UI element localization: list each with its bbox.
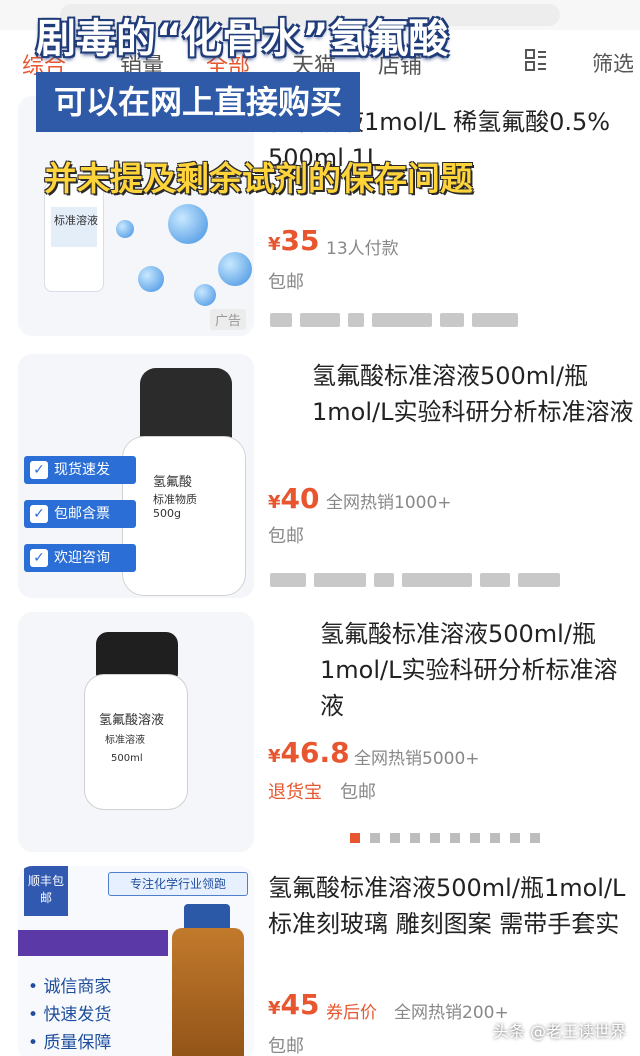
bottle-sub: 标准物质	[153, 493, 197, 506]
bottle-sub: 标准溶液	[105, 735, 145, 746]
shipping-ribbon: 顺丰包邮	[24, 866, 68, 916]
feature-label: 质量保障	[43, 1033, 112, 1053]
blurred-store-info	[350, 828, 550, 847]
product-thumbnail[interactable]: 标准溶液 广告	[18, 96, 254, 336]
store-slogan: 专注化学行业领跑	[108, 872, 248, 896]
product-price: ¥46.8	[268, 736, 350, 769]
product-card[interactable]: 氢氟酸溶液 标准溶液 500ml 氢氟酸标准溶液500ml/瓶 1mol/L实验…	[0, 606, 640, 858]
currency-symbol: ¥	[268, 492, 281, 513]
feature-item: • 诚信商家	[28, 977, 112, 997]
shipping-tag: 包邮	[268, 1036, 304, 1056]
sales-count: 全网热销1000+	[326, 493, 452, 513]
sales-count: 全网热销5000+	[354, 749, 480, 769]
subheadline-banner: 可以在网上直接购买	[36, 72, 361, 132]
check-icon: ✓	[30, 505, 48, 523]
badge-in-stock: ✓ 现货速发	[24, 456, 136, 484]
return-guarantee-tag: 退货宝	[268, 782, 322, 803]
price-value: 45	[280, 988, 320, 1021]
product-card[interactable]: 氢氟酸 标准物质 500g ✓ 现货速发 ✓ 包邮含票 ✓ 欢迎咨询 氢氟酸标准溶液5…	[0, 348, 640, 606]
product-price: ¥35	[268, 224, 320, 257]
molecule-icon	[138, 266, 164, 292]
check-icon: ✓	[30, 461, 48, 479]
bottle-image: 氢氟酸 标准物质 500g	[122, 436, 246, 596]
currency-symbol: ¥	[268, 998, 281, 1019]
price-value: 35	[280, 224, 320, 257]
product-thumbnail[interactable]: 氢氟酸溶液 标准溶液 500ml	[18, 612, 254, 852]
thumb-label: 标准溶液	[54, 214, 98, 227]
molecule-icon	[116, 220, 134, 238]
product-price: ¥45	[268, 988, 320, 1021]
badge-free-shipping: ✓ 包邮含票	[24, 500, 136, 528]
molecule-icon	[168, 204, 208, 244]
molecule-icon	[194, 284, 216, 306]
badge-consult: ✓ 欢迎咨询	[24, 544, 136, 572]
molecule-icon	[218, 252, 252, 286]
badge-label: 欢迎咨询	[54, 550, 110, 566]
source-watermark: 头条 @老王读世界	[492, 1022, 626, 1041]
price-value: 46.8	[280, 736, 350, 769]
shipping-tag: 包邮	[340, 782, 376, 803]
headline-banner: 剧毒的“化骨水”氢氟酸	[36, 16, 449, 62]
ad-badge: 广告	[209, 309, 246, 330]
feature-item: • 快速发货	[28, 1005, 112, 1025]
bottle-name: 氢氟酸溶液	[99, 713, 165, 728]
product-thumbnail[interactable]: 氢氟酸 标准物质 500g ✓ 现货速发 ✓ 包邮含票 ✓ 欢迎咨询	[18, 354, 254, 598]
currency-symbol: ¥	[268, 234, 281, 255]
check-icon: ✓	[30, 549, 48, 567]
product-thumbnail[interactable]: 顺丰包邮 专注化学行业领跑 • 诚信商家 • 快速发货 • 质量保障	[18, 866, 254, 1056]
bottle-weight: 500g	[153, 507, 181, 520]
blurred-store-info	[270, 312, 526, 328]
badge-label: 包邮含票	[54, 506, 110, 522]
price-value: 40	[280, 482, 320, 515]
sales-count: 全网热销200+	[394, 1003, 509, 1023]
badge-label: 现货速发	[54, 462, 110, 478]
bottle-name: 氢氟酸	[153, 475, 193, 490]
grid-view-icon[interactable]	[524, 48, 548, 72]
filter-button[interactable]: 筛选	[592, 48, 634, 78]
product-title[interactable]: 氢氟酸标准溶液500ml/瓶 1mol/L实验科研分析标准溶液	[268, 358, 634, 430]
product-price: ¥40	[268, 482, 320, 515]
bottle-cap	[140, 368, 232, 444]
bottle-cap	[96, 632, 178, 678]
currency-symbol: ¥	[268, 746, 281, 767]
feature-item: • 质量保障	[28, 1033, 112, 1053]
sales-count: 13人付款	[326, 239, 399, 259]
note-banner: 并未提及剩余试剂的保存问题	[44, 159, 473, 198]
shipping-tag: 包邮	[268, 526, 304, 547]
feature-label: 快速发货	[43, 1005, 112, 1025]
shipping-tag: 包邮	[268, 272, 304, 293]
product-title[interactable]: 氢氟酸标准溶液500ml/瓶1mol/L 标准刻玻璃 雕刻图案 需带手套实	[268, 870, 634, 942]
bottle-volume: 500ml	[111, 753, 143, 764]
coupon-price-tag: 券后价	[326, 1003, 377, 1023]
bottle-image: 氢氟酸溶液 标准溶液 500ml	[84, 674, 188, 810]
feature-label: 诚信商家	[43, 977, 112, 997]
bottle-image	[172, 928, 244, 1056]
blurred-store-info	[270, 572, 568, 588]
product-title[interactable]: 氢氟酸标准溶液500ml/瓶 1mol/L实验科研分析标准溶液	[268, 616, 634, 724]
promo-strip	[18, 930, 168, 956]
